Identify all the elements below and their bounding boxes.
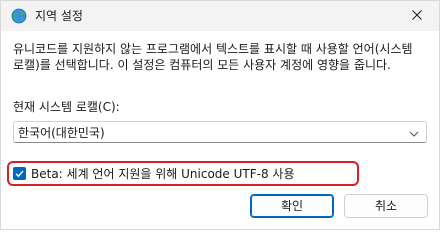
current-locale-label: 현재 시스템 로캘(C): — [13, 100, 120, 114]
region-settings-dialog: 지역 설정 유니코드를 지원하지 않는 프로그램에서 텍스트를 표시할 때 사용… — [0, 0, 440, 230]
ok-button[interactable]: 확인 — [250, 194, 334, 218]
description-text: 유니코드를 지원하지 않는 프로그램에서 텍스트를 표시할 때 사용할 언어(시… — [13, 42, 413, 72]
system-locale-dropdown[interactable]: 한국어(대한민국) — [13, 121, 427, 143]
checkmark-icon — [15, 170, 24, 178]
cancel-button[interactable]: 취소 — [344, 194, 428, 218]
dialog-content: 유니코드를 지원하지 않는 프로그램에서 텍스트를 표시할 때 사용할 언어(시… — [1, 31, 439, 229]
window-title: 지역 설정 — [35, 9, 83, 23]
selected-locale: 한국어(대한민국) — [18, 126, 105, 140]
close-button[interactable] — [395, 1, 439, 31]
chevron-down-icon — [409, 128, 419, 138]
close-icon — [412, 9, 422, 23]
beta-utf8-checkbox[interactable] — [13, 167, 26, 180]
beta-utf8-option-highlight: Beta: 세계 언어 지원을 위해 Unicode UTF-8 사용 — [7, 161, 359, 186]
title-bar[interactable]: 지역 설정 — [1, 1, 439, 31]
globe-icon — [11, 8, 27, 24]
beta-utf8-label[interactable]: Beta: 세계 언어 지원을 위해 Unicode UTF-8 사용 — [31, 166, 295, 182]
